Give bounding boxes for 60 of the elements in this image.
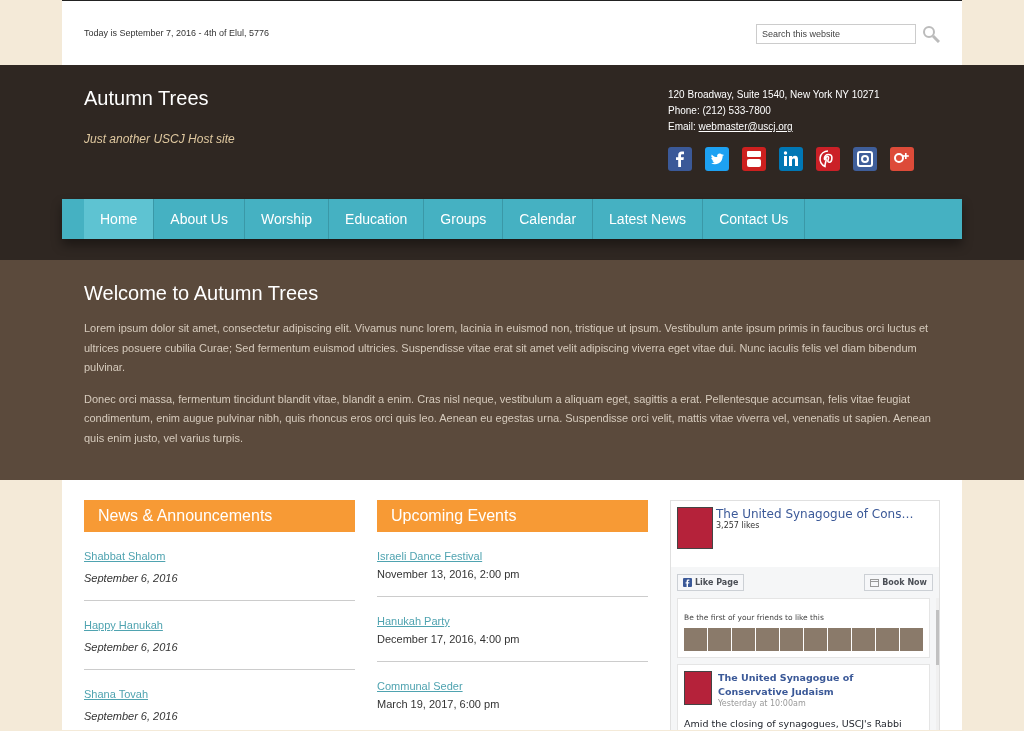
news-link[interactable]: Happy Hanukah: [84, 619, 163, 631]
photo-placeholder: [756, 628, 779, 651]
likes-count: 3,257 likes: [716, 521, 760, 530]
page-logo: [677, 507, 713, 549]
post-text: Amid the closing of synagogues, USCJ's Rabbi: [684, 718, 903, 729]
facebook-icon: [683, 578, 692, 587]
search-field[interactable]: Search this website: [756, 24, 916, 44]
news-link[interactable]: Shana Tovah: [84, 688, 149, 700]
like-page-button[interactable]: Like Page: [677, 574, 745, 591]
googleplus-icon[interactable]: [890, 147, 914, 171]
site-title[interactable]: Autumn Trees: [84, 87, 209, 110]
email-label: Email:: [668, 121, 696, 132]
news-date: September 6, 2016: [84, 641, 178, 653]
page-name-link[interactable]: The United Synagogue of Cons…: [716, 507, 914, 521]
nav-item[interactable]: Education: [329, 199, 425, 239]
welcome-heading: Welcome to Autumn Trees: [84, 282, 320, 305]
news-link[interactable]: Shabbat Shalom: [84, 550, 166, 562]
instagram-icon[interactable]: [853, 147, 877, 171]
site-tagline: Just another USCJ Host site: [84, 132, 235, 146]
welcome-paragraph: Lorem ipsum dolor sit amet, consectetur adipiscing elit. Vivamus nunc lorem, lacinia in euismod non, tristique ut ipsum. Vestibulum ante ipsum primis in faucibus orci luctus et ultrices posuere cubilia Curae; Sed fermentum euismod ultricies. Suspendisse vitae erat sit amet velit adipiscing viverra eget vitae dui. Nunc iaculis felis vel diam bibendum pulvinar.: [84, 321, 930, 375]
date-text: Today is September 7, 2016 - 4th of Elul, 5776: [84, 28, 270, 38]
photo-placeholder: [780, 628, 803, 651]
events-heading: Upcoming Events: [377, 500, 648, 532]
calendar-icon: [870, 578, 880, 587]
event-date: March 19, 2017, 6:00 pm: [377, 698, 500, 710]
photo-placeholder: [804, 628, 827, 651]
nav-item[interactable]: Worship: [244, 199, 330, 239]
news-date: September 6, 2016: [84, 572, 178, 584]
twitter-icon[interactable]: [705, 147, 729, 171]
event-link[interactable]: Israeli Dance Festival: [377, 550, 483, 562]
photo-placeholder: [708, 628, 731, 651]
page-logo: [684, 671, 712, 705]
pinterest-icon[interactable]: [816, 147, 840, 171]
post-author[interactable]: The United Synagogue of Conservative Judaism: [718, 671, 923, 699]
nav-item[interactable]: Home: [84, 199, 155, 239]
facebook-icon[interactable]: [668, 147, 692, 171]
nav-item[interactable]: About Us: [154, 199, 245, 239]
photo-placeholder: [876, 628, 899, 651]
photo-placeholder: [828, 628, 851, 651]
post-time: Yesterday at 10:00am: [718, 699, 806, 708]
nav-item[interactable]: Contact Us: [703, 199, 806, 239]
photo-placeholder: [684, 628, 707, 651]
news-date: September 6, 2016: [84, 710, 178, 722]
email-link[interactable]: webmaster@uscj.org: [698, 121, 793, 132]
photo-placeholder: [852, 628, 875, 651]
address-text: 120 Broadway, Suite 1540, New York NY 10271: [668, 89, 881, 100]
nav-item[interactable]: Calendar: [503, 199, 594, 239]
welcome-paragraph: Donec orci massa, fermentum tincidunt blandit vitae, blandit a enim. Cras nisl neque, vestibulum a aliquam eget, sagittis a erat. Pellentesque accumsan, felis vitae feugiat condimentum, enim augue pulvinar nibh, quis rhoncus eros orci quis leo. Aenean eu egestas urna. Suspendisse orci velit, mattis vitae viverra vel, venenatis ut sapien. Aenean quis enim justo, vel varius turpis.: [84, 391, 932, 446]
event-date: November 13, 2016, 2:00 pm: [377, 568, 520, 580]
news-heading: News & Announcements: [84, 500, 355, 532]
photo-placeholder: [732, 628, 755, 651]
nav-item[interactable]: Groups: [424, 199, 504, 239]
event-link[interactable]: Hanukah Party: [377, 615, 450, 627]
phone-text: Phone: (212) 533-7800: [668, 105, 772, 116]
nav-item[interactable]: Latest News: [593, 199, 704, 239]
book-now-button[interactable]: Book Now: [864, 574, 933, 591]
photo-placeholder: [900, 628, 923, 651]
linkedin-icon[interactable]: [779, 147, 803, 171]
event-link[interactable]: Communal Seder: [377, 680, 463, 692]
event-date: December 17, 2016, 4:00 pm: [377, 633, 520, 645]
